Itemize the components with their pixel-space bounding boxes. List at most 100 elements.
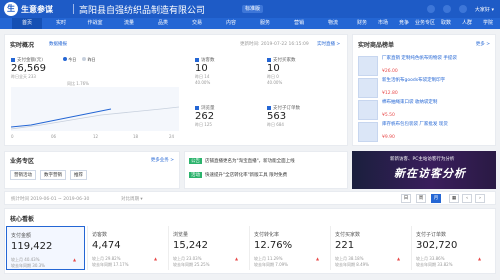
banner-line: 新新访客、PC主站访客行为分析	[390, 157, 455, 162]
business-title: 业务专区	[10, 158, 35, 165]
nav-item[interactable]: 物流	[318, 18, 348, 29]
user-menu[interactable]: 大家好 ▾	[475, 6, 494, 13]
ranking-title: 实时商品榜单	[358, 42, 395, 49]
month-button[interactable]: 月	[431, 194, 441, 203]
calendar-icon[interactable]: ▦	[449, 194, 459, 203]
nav-item[interactable]: 取数	[436, 18, 456, 29]
business-tab[interactable]: 数字营销	[40, 170, 66, 180]
settings-icon[interactable]	[458, 5, 467, 13]
realtime-title: 实时概况	[10, 42, 35, 49]
message-icon[interactable]	[426, 5, 435, 13]
realtime-panel: 实时概况 数据播报 更新时间: 2019-07-22 16:15:09 实时直播…	[4, 34, 348, 146]
metric-card[interactable]: 访客数 4,474 较上月 29.82% 较去年同期 17.17% ▲	[87, 226, 166, 270]
pay-yesterday: 昨日全天 233	[11, 74, 36, 79]
product-name[interactable]: 厂家直销 定制纯色帆布购物袋 手提袋	[382, 56, 490, 62]
nav-item[interactable]: 交易	[182, 18, 212, 29]
trend-up-icon: ▲	[154, 256, 158, 261]
metric-compare-year: 较去年同期 33.82%	[416, 262, 453, 267]
prev-icon[interactable]: ‹	[462, 194, 472, 203]
brand-title: 生意参谋	[21, 5, 53, 14]
metric-square-icon	[267, 106, 271, 110]
ranking-item[interactable]: 厂家直销 定制纯色帆布购物袋 手提袋 ¥26.00	[358, 56, 492, 80]
product-price: ¥26.00	[382, 69, 398, 74]
nav-item[interactable]: 作战室	[80, 18, 110, 29]
ranking-item[interactable]: 新生活帆布goods布袋定制印字 ¥12.80	[358, 78, 492, 102]
nav-item[interactable]: 服务	[250, 18, 280, 29]
nav-item[interactable]: 竞争	[394, 18, 414, 29]
nav-item[interactable]: 业务专区	[415, 18, 435, 29]
x-tick-3: 18	[133, 134, 139, 139]
product-thumbnail	[358, 56, 378, 76]
banner-headline: 新在访客分析	[394, 167, 466, 180]
news-item[interactable]: 公告 店铺直播更名为"淘宝直播"，新功能全面上线	[189, 158, 345, 164]
business-tabs: 营销活动 数字营销 推荐	[10, 170, 87, 180]
orders-sub: 昨日 684	[267, 122, 284, 127]
nav-item[interactable]: 内容	[216, 18, 246, 29]
product-name[interactable]: 新生活帆布goods布袋定制印字	[382, 78, 490, 84]
date-period[interactable]: 统计时间 2019-06-01 ~ 2019-06-30	[11, 196, 89, 202]
promo-banner[interactable]: 新新访客、PC主站访客行为分析 新在访客分析	[352, 151, 496, 189]
next-icon[interactable]: ›	[475, 194, 485, 203]
pay-amount-block: 支付金额(元) 26,569 昨日全天 233	[11, 57, 46, 80]
help-icon[interactable]	[442, 5, 451, 13]
business-tab[interactable]: 营销活动	[10, 170, 36, 180]
metric-value: 12.76%	[254, 240, 293, 251]
week-button[interactable]: 周	[416, 194, 426, 203]
ranking-item[interactable]: 库存帆布包包装袋 厂家批发 现货 ¥9.90	[358, 122, 492, 146]
pay-value: 26,569	[11, 63, 46, 74]
metric-card[interactable]: 支付买家数 221 较上月 38.18% 较去年同期 8.49% ▲	[330, 226, 409, 270]
metric-card[interactable]: 支付子订单数 302,720 较上月 33.86% 较去年同期 33.82% ▲	[411, 226, 490, 270]
metric-label: 支付子订单数	[416, 232, 447, 238]
trend-up-icon: ▲	[235, 256, 239, 261]
product-thumbnail	[358, 122, 378, 142]
metric-value: 221	[335, 240, 355, 251]
metric-card[interactable]: 支付转化率 12.76% 较上月 11.29% 较去年同期 7.09% ▲	[249, 226, 328, 270]
metric-compare-year: 较去年同期 30.3%	[11, 263, 45, 268]
news-item[interactable]: 活动 快速提升"全店转化率"新版工具 限时免费	[189, 172, 345, 178]
trend-up-icon: ▲	[478, 256, 482, 261]
nav-item[interactable]: 实时	[46, 18, 76, 29]
product-price: ¥5.50	[382, 113, 395, 118]
ranking-item[interactable]: 棉布抽绳束口袋 收纳袋定制 ¥5.50	[358, 100, 492, 124]
metric-label: 浏览量	[173, 232, 189, 238]
nav-item[interactable]: 市场	[373, 18, 393, 29]
orders-block: 支付子订单数 563 昨日 684	[267, 105, 300, 128]
buyers-value: 10	[267, 63, 280, 74]
metric-square-icon	[11, 58, 15, 62]
main-nav: 首页 实时 作战室 流量 品类 交易 内容 服务 营销 物流 财务 市场 竞争 业务专区 取数 人群 学院	[0, 18, 500, 29]
nav-item[interactable]: 品类	[148, 18, 178, 29]
metric-label: 支付买家数	[335, 232, 361, 238]
business-tab[interactable]: 推荐	[70, 170, 87, 180]
pageviews-sub: 昨日 125	[195, 122, 212, 127]
compare-period[interactable]: 对比周期 ▾	[121, 196, 143, 202]
news-text[interactable]: 店铺直播更名为"淘宝直播"，新功能全面上线	[205, 158, 295, 164]
product-name[interactable]: 库存帆布包包装袋 厂家批发 现货	[382, 122, 490, 128]
chart-legend: 今日 昨日	[63, 57, 96, 63]
nav-item[interactable]: 营销	[284, 18, 314, 29]
nav-item[interactable]: 首页	[12, 18, 42, 29]
metric-card[interactable]: 支付金额 119,422 较上月 40.43% 较去年同期 30.3% ▲	[6, 226, 85, 270]
business-panel: 业务专区 更多业务 > 营销活动 数字营销 推荐	[4, 151, 180, 189]
nav-item[interactable]: 学院	[478, 18, 498, 29]
news-text[interactable]: 快速提升"全店转化率"新版工具 限时免费	[205, 172, 287, 178]
business-more-link[interactable]: 更多业务 >	[151, 157, 174, 163]
metric-value: 4,474	[92, 240, 121, 251]
x-tick-4: 24	[169, 134, 175, 139]
company-name: 高阳县自强纺织品制造有限公司	[79, 6, 206, 16]
nav-item[interactable]: 人群	[457, 18, 477, 29]
ranking-more-link[interactable]: 更多 >	[476, 41, 490, 47]
day-button[interactable]: 日	[401, 194, 411, 203]
product-price: ¥9.90	[382, 135, 395, 140]
broadcast-badge[interactable]: 数据播报	[49, 41, 67, 47]
metric-compare-year: 较去年同期 7.09%	[254, 262, 288, 267]
metric-compare-year: 较去年同期 17.17%	[92, 262, 129, 267]
metric-label: 访客数	[92, 232, 108, 238]
live-link[interactable]: 实时直播 >	[317, 41, 340, 47]
metric-card[interactable]: 浏览量 15,242 较上月 23.03% 较去年同期 25.25% ▲	[168, 226, 247, 270]
nav-item[interactable]: 财务	[352, 18, 372, 29]
product-name[interactable]: 棉布抽绳束口袋 收纳袋定制	[382, 100, 490, 106]
pageviews-block: 浏览量 262 昨日 125	[195, 105, 215, 128]
metric-square-icon	[195, 106, 199, 110]
orders-value: 563	[267, 111, 287, 122]
nav-item[interactable]: 流量	[114, 18, 144, 29]
